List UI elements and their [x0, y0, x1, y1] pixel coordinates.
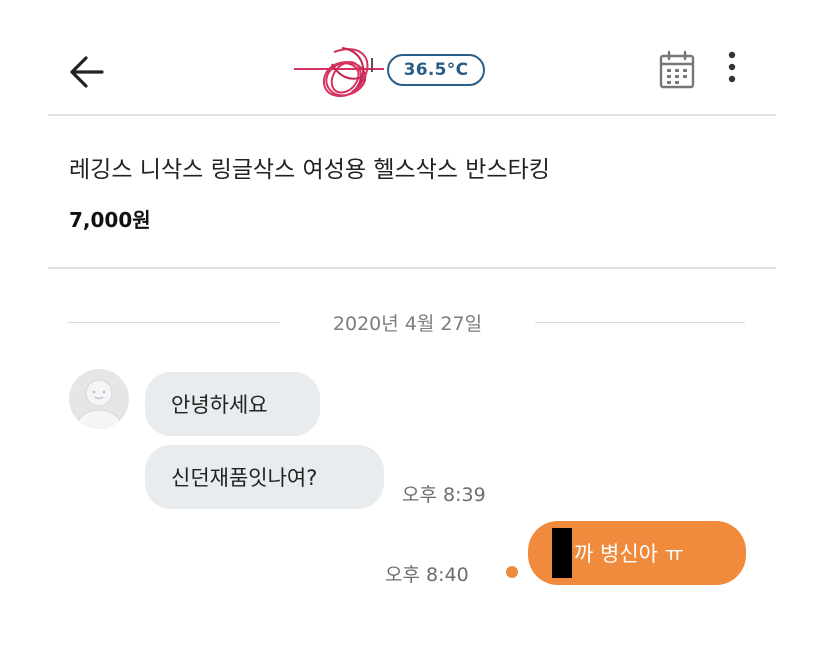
received-message[interactable]: 안녕하세요: [145, 372, 320, 436]
message-time: 오후 8:40: [385, 564, 469, 586]
received-message[interactable]: 신던재품잇나여?: [145, 445, 384, 509]
date-line-right: [535, 322, 745, 323]
more-options-button[interactable]: [722, 50, 742, 86]
redaction-block: [552, 528, 572, 578]
default-avatar-icon: [69, 369, 129, 429]
calendar-button[interactable]: [658, 50, 696, 90]
header-divider: [48, 114, 776, 116]
sent-message[interactable]: 까 병신아 ㅠ: [528, 521, 746, 585]
calendar-icon: [659, 50, 695, 89]
product-divider: [48, 267, 776, 269]
back-button[interactable]: [66, 52, 110, 92]
manner-temperature-badge: 36.5°C: [387, 54, 485, 86]
more-vertical-icon: [728, 51, 736, 83]
message-time: 오후 8:39: [402, 484, 486, 506]
chat-date: 2020년 4월 27일: [332, 313, 483, 335]
message-text: 안녕하세요: [171, 393, 268, 417]
date-line-left: [68, 322, 280, 323]
arrow-left-icon: [70, 56, 104, 88]
message-text: 까 병신아 ㅠ: [574, 542, 684, 566]
product-title[interactable]: 레깅스 니삭스 링글삭스 여성용 헬스삭스 반스타킹: [69, 150, 550, 184]
message-text: 신던재품잇나여?: [171, 466, 318, 490]
product-price: 7,000원: [69, 208, 151, 232]
avatar[interactable]: [68, 368, 130, 430]
nickname-scribble: [294, 47, 384, 97]
unread-indicator: [506, 566, 518, 578]
